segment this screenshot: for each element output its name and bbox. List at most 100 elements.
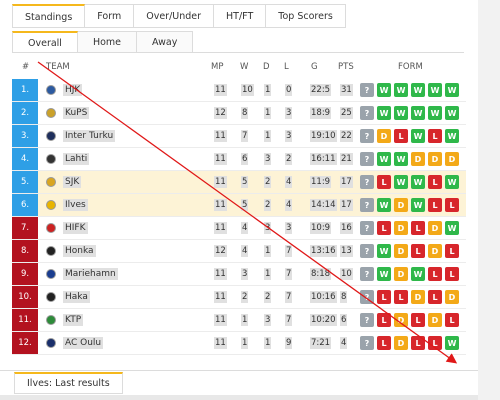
table-row[interactable]: 1. HJK 11 10 1 0 22:5 31? W W W W W (12, 79, 466, 102)
subtab-away[interactable]: Away (137, 31, 194, 53)
form-badge[interactable]: W (411, 267, 425, 281)
tab-ht-ft[interactable]: HT/FT (214, 4, 267, 28)
form-badge[interactable]: L (428, 175, 442, 189)
team-name[interactable]: Haka (63, 291, 90, 303)
form-badge[interactable]: L (445, 313, 459, 327)
table-row[interactable]: 9. Mariehamn 11 3 1 7 8:18 10? W D W L L (12, 263, 466, 286)
team-name[interactable]: KuPS (63, 107, 90, 119)
form-badge[interactable]: W (377, 83, 391, 97)
team-name[interactable]: AC Oulu (63, 337, 104, 349)
table-row[interactable]: 12. AC Oulu 11 1 1 9 7:21 4? L D L L W (12, 332, 466, 355)
form-badge[interactable]: D (411, 152, 425, 166)
form-badge[interactable]: D (394, 198, 408, 212)
table-row[interactable]: 6. Ilves 11 5 2 4 14:14 17? W D W L L (12, 194, 466, 217)
table-row[interactable]: 8. Honka 12 4 1 7 13:16 13? W D L D L (12, 240, 466, 263)
table-row[interactable]: 2. KuPS 12 8 1 3 18:9 25? W W W W W (12, 102, 466, 125)
form-badge[interactable]: W (411, 175, 425, 189)
form-badge[interactable]: W (445, 175, 459, 189)
form-badge[interactable]: W (445, 129, 459, 143)
form-badge[interactable]: D (377, 129, 391, 143)
tab-top-scorers[interactable]: Top Scorers (266, 4, 346, 28)
form-badge[interactable]: W (445, 336, 459, 350)
form-badge[interactable]: L (428, 129, 442, 143)
team-name[interactable]: KTP (63, 314, 84, 326)
form-badge[interactable]: W (377, 198, 391, 212)
form-badge[interactable]: W (411, 106, 425, 120)
next-match-badge[interactable]: ? (360, 129, 374, 143)
team-name[interactable]: Inter Turku (63, 130, 116, 142)
subtab-overall[interactable]: Overall (12, 31, 78, 53)
form-badge[interactable]: W (411, 198, 425, 212)
form-badge[interactable]: L (428, 290, 442, 304)
next-match-badge[interactable]: ? (360, 244, 374, 258)
tab-over-under[interactable]: Over/Under (134, 4, 215, 28)
form-badge[interactable]: D (428, 244, 442, 258)
form-badge[interactable]: W (394, 175, 408, 189)
form-badge[interactable]: L (394, 290, 408, 304)
form-badge[interactable]: L (411, 244, 425, 258)
form-badge[interactable]: L (428, 267, 442, 281)
form-badge[interactable]: D (394, 336, 408, 350)
form-badge[interactable]: W (428, 83, 442, 97)
form-badge[interactable]: W (445, 106, 459, 120)
form-badge[interactable]: L (411, 336, 425, 350)
form-badge[interactable]: W (394, 83, 408, 97)
next-match-badge[interactable]: ? (360, 175, 374, 189)
form-badge[interactable]: L (377, 290, 391, 304)
col-l[interactable]: L (284, 62, 289, 72)
form-badge[interactable]: D (394, 267, 408, 281)
form-badge[interactable]: L (428, 336, 442, 350)
table-row[interactable]: 10. Haka 11 2 2 7 10:16 8? L L D L D (12, 286, 466, 309)
form-badge[interactable]: L (445, 244, 459, 258)
form-badge[interactable]: W (394, 152, 408, 166)
col-d[interactable]: D (263, 62, 270, 72)
table-row[interactable]: 3. Inter Turku 11 7 1 3 19:10 22? D L W L W (12, 125, 466, 148)
team-name[interactable]: HIFK (63, 222, 88, 234)
form-badge[interactable]: L (411, 313, 425, 327)
table-row[interactable]: 5. SJK 11 5 2 4 11:9 17? L W W L W (12, 171, 466, 194)
next-match-badge[interactable]: ? (360, 83, 374, 97)
col-team[interactable]: TEAM (46, 62, 70, 72)
form-badge[interactable]: D (428, 313, 442, 327)
form-badge[interactable]: D (428, 221, 442, 235)
next-match-badge[interactable]: ? (360, 267, 374, 281)
col-pts[interactable]: PTS (338, 62, 354, 72)
next-match-badge[interactable]: ? (360, 198, 374, 212)
form-badge[interactable]: W (377, 152, 391, 166)
form-badge[interactable]: D (394, 221, 408, 235)
team-name[interactable]: HJK (63, 84, 83, 96)
form-badge[interactable]: D (411, 290, 425, 304)
tab-standings[interactable]: Standings (12, 4, 86, 28)
next-match-badge[interactable]: ? (360, 221, 374, 235)
form-badge[interactable]: D (445, 152, 459, 166)
form-badge[interactable]: W (377, 244, 391, 258)
form-badge[interactable]: W (445, 221, 459, 235)
form-badge[interactable]: L (411, 221, 425, 235)
form-badge[interactable]: W (394, 106, 408, 120)
next-match-badge[interactable]: ? (360, 313, 374, 327)
form-badge[interactable]: L (445, 267, 459, 281)
col-g[interactable]: G (311, 62, 318, 72)
next-match-badge[interactable]: ? (360, 106, 374, 120)
form-badge[interactable]: L (377, 221, 391, 235)
form-badge[interactable]: W (377, 267, 391, 281)
form-badge[interactable]: D (445, 290, 459, 304)
form-badge[interactable]: D (394, 313, 408, 327)
form-badge[interactable]: W (411, 83, 425, 97)
form-badge[interactable]: L (377, 313, 391, 327)
table-row[interactable]: 11. KTP 11 1 3 7 10:20 6? L D L D L (12, 309, 466, 332)
form-badge[interactable]: L (428, 198, 442, 212)
form-badge[interactable]: L (377, 175, 391, 189)
next-match-badge[interactable]: ? (360, 336, 374, 350)
col-mp[interactable]: MP (211, 62, 223, 72)
subtab-home[interactable]: Home (77, 31, 138, 53)
team-name[interactable]: SJK (63, 176, 82, 188)
form-badge[interactable]: D (428, 152, 442, 166)
form-badge[interactable]: L (445, 198, 459, 212)
form-badge[interactable]: W (445, 83, 459, 97)
next-match-badge[interactable]: ? (360, 152, 374, 166)
tab-form[interactable]: Form (85, 4, 135, 28)
col-rank[interactable]: # (22, 62, 29, 72)
form-badge[interactable]: W (377, 106, 391, 120)
table-row[interactable]: 4. Lahti 11 6 3 2 16:11 21? W W D D D (12, 148, 466, 171)
